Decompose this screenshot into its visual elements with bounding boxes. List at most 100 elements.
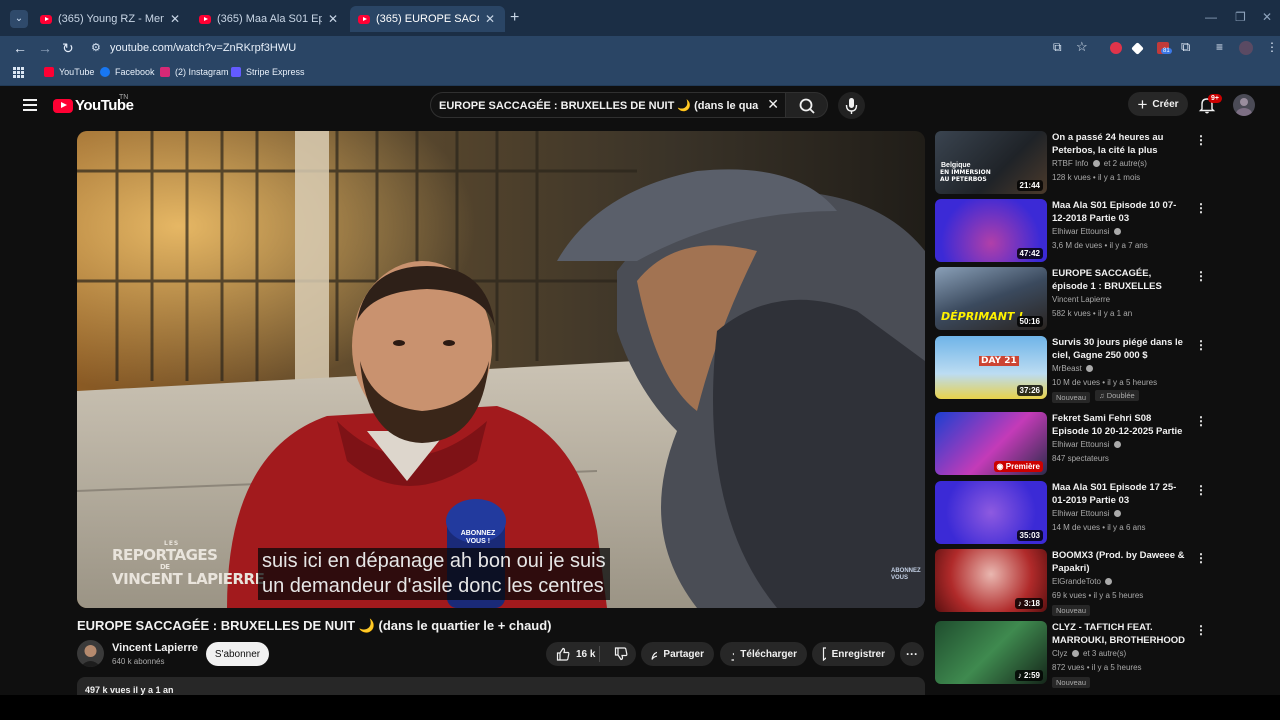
video-thumbnail[interactable]: 35:03: [935, 481, 1047, 544]
video-title[interactable]: Maa Ala S01 Episode 10 07-12-2018 Partie…: [1052, 199, 1188, 225]
channel-name[interactable]: Vincent Lapierre: [112, 642, 198, 654]
video-thumbnail[interactable]: DÉPRIMANT ! 50:16: [935, 267, 1047, 330]
site-info-icon[interactable]: ⚙: [91, 41, 101, 54]
window-close-icon[interactable]: ✕: [1262, 10, 1272, 24]
youtube-icon: [44, 67, 54, 77]
back-arrow-icon[interactable]: ←: [13, 40, 27, 56]
bookmark-youtube[interactable]: YouTube: [44, 67, 94, 77]
minimize-icon[interactable]: —: [1205, 10, 1217, 24]
reload-icon[interactable]: ↻: [62, 40, 74, 57]
shorts-icon: ♪: [1017, 599, 1022, 608]
video-player[interactable]: [77, 131, 925, 608]
install-app-icon[interactable]: ⧉: [1053, 40, 1062, 55]
video-title[interactable]: Fekret Sami Fehri S08 Episode 10 20-12-2…: [1052, 412, 1188, 438]
search-box[interactable]: ✕: [430, 92, 786, 118]
channel-avatar[interactable]: [77, 640, 104, 667]
video-thumbnail[interactable]: ♪ 2:59: [935, 621, 1047, 684]
bookmark-stripe-express[interactable]: Stripe Express: [231, 67, 305, 77]
voice-search-button[interactable]: [838, 92, 865, 119]
recommendation-item[interactable]: DÉPRIMANT ! 50:16 EUROPE SACCAGÉE, épiso…: [935, 267, 1265, 331]
profile-avatar[interactable]: [1239, 41, 1253, 55]
channel-name[interactable]: Elhiwar Ettounsi: [1052, 227, 1123, 236]
more-actions-button[interactable]: ···: [900, 642, 924, 666]
channel-name[interactable]: Clyz et 3 autre(s): [1052, 649, 1126, 658]
more-vertical-icon[interactable]: ⋮: [1195, 133, 1207, 147]
more-vertical-icon[interactable]: ⋮: [1195, 338, 1207, 352]
description-box[interactable]: 497 k vues il y a 1 an: [77, 677, 925, 695]
browser-tab-1[interactable]: (365) Young RZ - Menich Kifek ✕: [32, 6, 190, 32]
bookmark-instagram[interactable]: (2) Instagram: [160, 67, 229, 77]
close-icon[interactable]: ✕: [170, 12, 180, 26]
menu-icon[interactable]: [23, 99, 37, 111]
more-vertical-icon[interactable]: ⋮: [1195, 483, 1207, 497]
tab-title: (365) EUROPE SACCAGÉE : BRU: [376, 13, 479, 25]
more-vertical-icon[interactable]: ⋮: [1195, 414, 1207, 428]
youtube-logo[interactable]: YouTube TN: [53, 94, 134, 114]
browser-tab-2[interactable]: (365) Maa Ala S01 Episode 01 0 ✕: [191, 6, 348, 32]
bookmarks-bar: YouTube Facebook (2) Instagram Stripe Ex…: [0, 60, 1280, 86]
more-vertical-icon[interactable]: ⋮: [1195, 551, 1207, 565]
more-horizontal-icon: ···: [906, 647, 918, 661]
media-controls-icon[interactable]: ≡: [1216, 40, 1223, 54]
subscriber-count: 640 k abonnés: [112, 657, 165, 666]
search-input[interactable]: [439, 97, 759, 113]
download-button[interactable]: Télécharger: [720, 642, 807, 666]
channel-name[interactable]: ElGrandeToto: [1052, 577, 1114, 586]
recommendation-item[interactable]: DAY 21 37:26 Survis 30 jours piégé dans …: [935, 336, 1265, 403]
channel-name[interactable]: MrBeast: [1052, 364, 1095, 373]
more-vertical-icon[interactable]: ⋮: [1195, 623, 1207, 637]
plus-icon: +: [1137, 94, 1148, 114]
video-thumbnail[interactable]: EN IMMERSION AU PETERBOS Belgique 21:44: [935, 131, 1047, 194]
subscribe-watermark[interactable]: ABONNEZ VOUS: [891, 568, 921, 582]
channel-name[interactable]: RTBF Info et 2 autre(s): [1052, 159, 1147, 168]
recommendation-item[interactable]: EN IMMERSION AU PETERBOS Belgique 21:44 …: [935, 131, 1265, 195]
extension-red-icon[interactable]: [1110, 42, 1122, 54]
recommendation-item[interactable]: ♪ 3:18 BOOMX3 (Prod. by Daweee & Papakri…: [935, 549, 1265, 616]
search-button[interactable]: [786, 92, 828, 118]
share-button[interactable]: Partager: [641, 642, 714, 666]
recommendation-item[interactable]: 47:42 Maa Ala S01 Episode 10 07-12-2018 …: [935, 199, 1265, 263]
video-title[interactable]: On a passé 24 heures au Peterbos, la cit…: [1052, 131, 1188, 157]
video-thumbnail[interactable]: 47:42: [935, 199, 1047, 262]
forward-arrow-icon[interactable]: →: [38, 40, 52, 56]
close-icon[interactable]: ✕: [485, 12, 495, 26]
channel-name[interactable]: Elhiwar Ettounsi: [1052, 509, 1123, 518]
recommendation-item[interactable]: ♪ 2:59 CLYZ - TAFTICH FEAT. MARROUKI, BR…: [935, 621, 1265, 688]
apps-grid-icon[interactable]: [13, 67, 24, 78]
video-title[interactable]: Survis 30 jours piégé dans le ciel, Gagn…: [1052, 336, 1188, 362]
video-thumbnail[interactable]: DAY 21 37:26: [935, 336, 1047, 399]
channel-name[interactable]: Elhiwar Ettounsi: [1052, 440, 1123, 449]
recommendation-item[interactable]: ◉ Première Fekret Sami Fehri S08 Episode…: [935, 412, 1265, 476]
save-button[interactable]: Enregistrer: [812, 642, 895, 666]
video-thumbnail[interactable]: ◉ Première: [935, 412, 1047, 475]
clear-search-icon[interactable]: ✕: [767, 96, 779, 113]
video-title[interactable]: CLYZ - TAFTICH FEAT. MARROUKI, BROTHERHO…: [1052, 621, 1188, 647]
extensions-puzzle-icon[interactable]: ⧉: [1181, 39, 1190, 55]
browser-menu-icon[interactable]: ⋮: [1266, 40, 1278, 54]
extension-badge-count: 81: [1161, 48, 1172, 54]
channel-watermark: LES REPORTAGES DE VINCENT LAPIERRE: [112, 540, 265, 588]
address-bar[interactable]: ⚙ youtube.com/watch?v=ZnRKrpf3HWU ⧉ ☆: [85, 38, 1100, 58]
video-title[interactable]: BOOMX3 (Prod. by Daweee & Papakri): [1052, 549, 1188, 575]
recommendation-item[interactable]: 35:03 Maa Ala S01 Episode 17 25-01-2019 …: [935, 481, 1265, 545]
account-avatar[interactable]: [1233, 94, 1255, 116]
create-button[interactable]: + Créer: [1128, 92, 1188, 116]
restore-icon[interactable]: ❐: [1235, 10, 1246, 24]
bookmark-facebook[interactable]: Facebook: [100, 67, 155, 77]
like-button[interactable]: 16 k: [546, 646, 601, 662]
video-thumbnail[interactable]: ♪ 3:18: [935, 549, 1047, 612]
extension-diamond-icon[interactable]: [1131, 42, 1144, 55]
close-icon[interactable]: ✕: [328, 12, 338, 26]
video-meta: 582 k vues • il y a 1 an: [1052, 309, 1133, 318]
channel-name[interactable]: Vincent Lapierre: [1052, 295, 1110, 304]
dislike-button[interactable]: [606, 647, 636, 661]
browser-tab-3-active[interactable]: (365) EUROPE SACCAGÉE : BRU ✕: [350, 6, 505, 32]
bookmark-star-icon[interactable]: ☆: [1076, 39, 1088, 55]
video-title[interactable]: Maa Ala S01 Episode 17 25-01-2019 Partie…: [1052, 481, 1188, 507]
more-vertical-icon[interactable]: ⋮: [1195, 269, 1207, 283]
subscribe-button[interactable]: S'abonner: [206, 642, 269, 666]
more-vertical-icon[interactable]: ⋮: [1195, 201, 1207, 215]
tab-search-button[interactable]: ⌄: [10, 10, 28, 28]
new-tab-icon[interactable]: +: [510, 9, 519, 27]
video-title[interactable]: EUROPE SACCAGÉE, épisode 1 : BRUXELLES: [1052, 267, 1188, 293]
